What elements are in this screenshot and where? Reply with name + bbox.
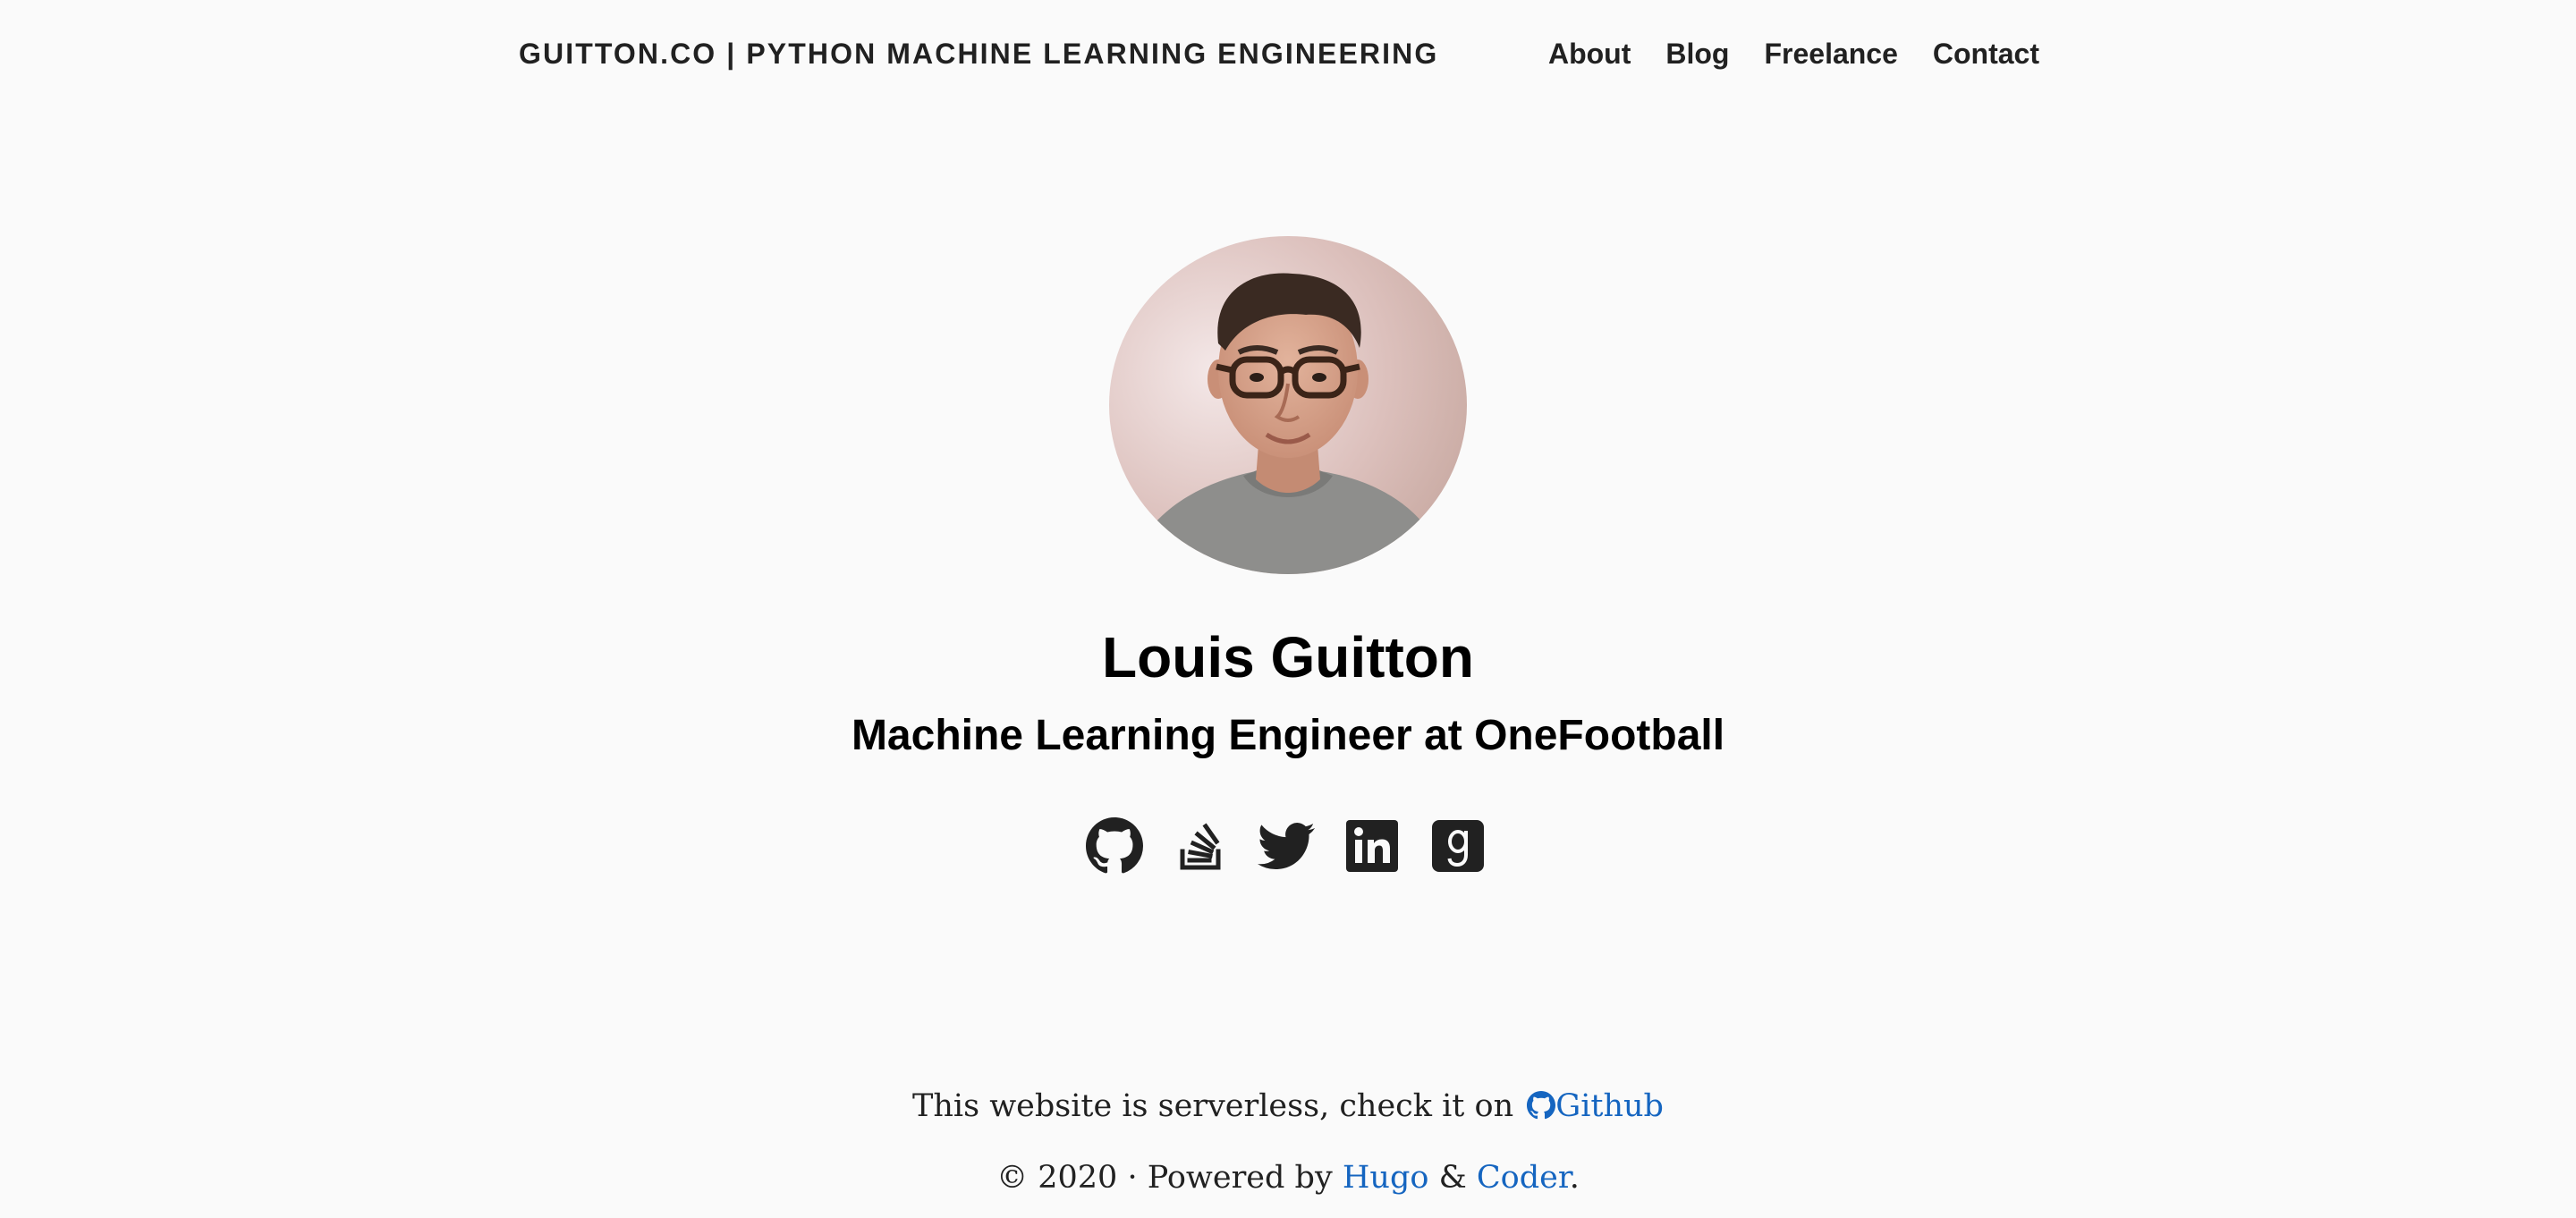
footer-serverless-line: This website is serverless, check it on … bbox=[0, 1084, 2576, 1129]
goodreads-icon bbox=[1432, 820, 1484, 872]
linkedin-link[interactable] bbox=[1343, 817, 1401, 875]
nav-menu: About Blog Freelance Contact bbox=[1548, 34, 2039, 73]
footer-serverless-text: This website is serverless, check it on bbox=[912, 1088, 1514, 1124]
footer: This website is serverless, check it on … bbox=[0, 1084, 2576, 1200]
stackoverflow-link[interactable] bbox=[1172, 817, 1229, 875]
github-link[interactable] bbox=[1086, 817, 1143, 875]
footer-hugo-link[interactable]: Hugo bbox=[1343, 1160, 1429, 1196]
nav-link-freelance[interactable]: Freelance bbox=[1764, 38, 1897, 70]
nav-link-contact[interactable]: Contact bbox=[1933, 38, 2039, 70]
footer-github-label: Github bbox=[1555, 1088, 1664, 1124]
nav-item-freelance: Freelance bbox=[1764, 34, 1897, 73]
stackoverflow-icon bbox=[1180, 823, 1221, 870]
footer-copyright-text: © 2020 · Powered by bbox=[996, 1160, 1333, 1196]
nav-item-contact: Contact bbox=[1933, 34, 2039, 73]
avatar bbox=[1109, 236, 1467, 574]
avatar-photo bbox=[1109, 236, 1467, 574]
navbar: GUITTON.CO | PYTHON MACHINE LEARNING ENG… bbox=[0, 0, 2576, 107]
footer-period: . bbox=[1569, 1160, 1580, 1196]
nav-item-about: About bbox=[1548, 34, 1631, 73]
footer-coder-link[interactable]: Coder bbox=[1477, 1160, 1570, 1196]
github-icon bbox=[1086, 817, 1143, 874]
twitter-icon bbox=[1258, 823, 1315, 870]
site-title-link[interactable]: GUITTON.CO | PYTHON MACHINE LEARNING ENG… bbox=[519, 34, 1438, 73]
nav-link-about[interactable]: About bbox=[1548, 38, 1631, 70]
nav-link-blog[interactable]: Blog bbox=[1665, 38, 1729, 70]
goodreads-link[interactable] bbox=[1429, 817, 1487, 875]
social-item-linkedin bbox=[1343, 817, 1401, 875]
social-links bbox=[1086, 817, 1487, 875]
footer-ampersand: & bbox=[1438, 1160, 1467, 1196]
footer-github-link[interactable]: Github bbox=[1523, 1088, 1664, 1124]
social-item-twitter bbox=[1258, 817, 1315, 875]
social-item-stackoverflow bbox=[1172, 817, 1229, 875]
github-icon bbox=[1527, 1091, 1556, 1120]
linkedin-icon bbox=[1346, 820, 1398, 872]
twitter-link[interactable] bbox=[1258, 817, 1315, 875]
social-item-goodreads bbox=[1429, 817, 1487, 875]
footer-copyright-line: © 2020 · Powered by Hugo & Coder. bbox=[0, 1155, 2576, 1200]
social-item-github bbox=[1086, 817, 1143, 875]
profile-role: Machine Learning Engineer at OneFootball bbox=[851, 712, 1725, 759]
nav-item-blog: Blog bbox=[1665, 34, 1729, 73]
profile-name: Louis Guitton bbox=[1102, 625, 1474, 689]
